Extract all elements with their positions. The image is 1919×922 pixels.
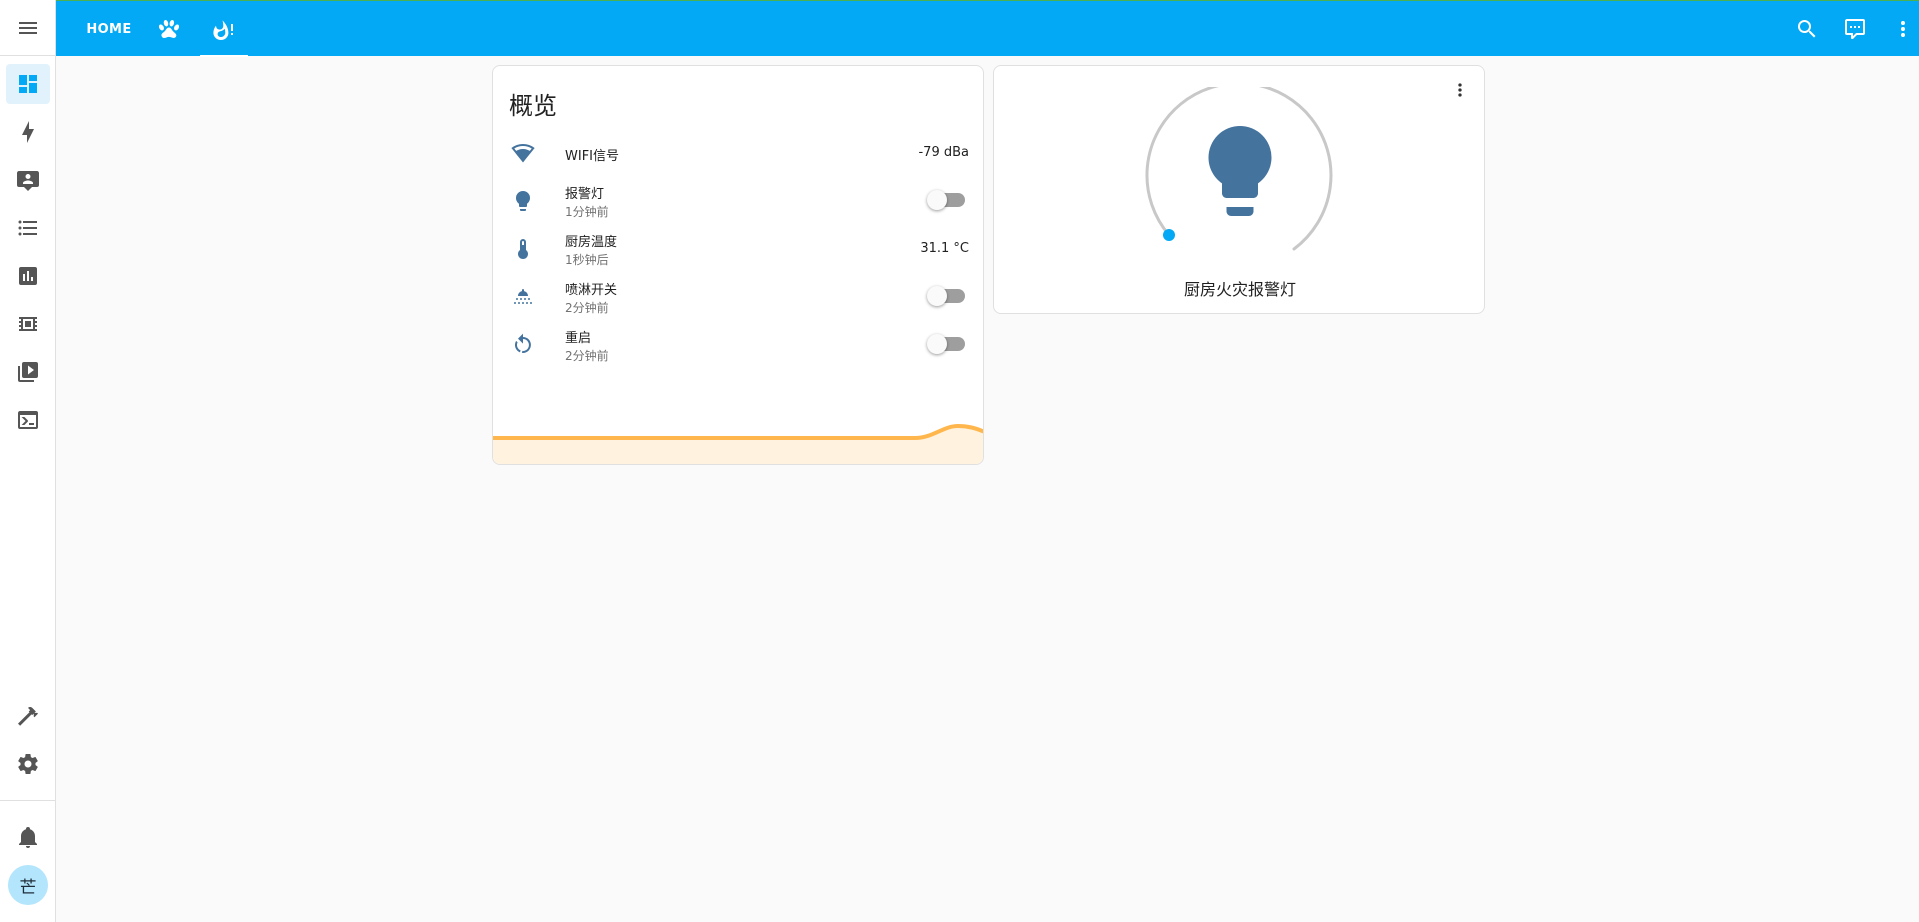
tab-paw[interactable] [146, 1, 192, 57]
developer-tools-hammer-icon [18, 706, 38, 726]
light-name: 厨房火灾报警灯 [1183, 280, 1296, 299]
restart-toggle[interactable] [927, 334, 965, 354]
tab-home[interactable]: HOME [82, 1, 136, 57]
entity-last-changed: 2分钟前 [565, 301, 609, 315]
light-card: 厨房火灾报警灯 [993, 65, 1485, 314]
dots-vertical-icon [1458, 83, 1462, 97]
user-avatar[interactable]: 芒 [8, 865, 48, 905]
restart-icon [511, 333, 535, 357]
more-info-button[interactable] [1440, 70, 1480, 110]
toggle-knob [927, 286, 947, 306]
thermometer-icon [511, 237, 535, 261]
active-tab-indicator [200, 55, 248, 57]
toggle-knob [927, 190, 947, 210]
toggle-knob [927, 334, 947, 354]
sidebar-item-media[interactable] [6, 352, 50, 392]
entity-value: 31.1 °C [920, 241, 969, 256]
entity-last-changed: 1分钟前 [565, 205, 609, 219]
paw-icon [158, 19, 180, 39]
card-title: 概览 [509, 92, 557, 120]
logbook-list-icon [18, 220, 37, 236]
notifications-bell-icon [19, 827, 37, 848]
entity-row-alarm-light[interactable]: 报警灯 1分钟前 [493, 179, 983, 223]
menu-toggle-button[interactable] [0, 0, 56, 56]
brightness-slider[interactable] [1142, 87, 1338, 283]
sidebar-item-overview[interactable] [6, 64, 50, 104]
entity-name: 厨房温度 [565, 235, 618, 250]
tab-fire-alert[interactable] [200, 1, 248, 57]
sidebar-item-history[interactable] [6, 256, 50, 296]
sidebar-item-developer-tools[interactable] [6, 696, 50, 736]
sidebar: 芒 [0, 0, 56, 922]
entity-name: 重启 [565, 331, 592, 346]
top-app-bar: HOME [56, 0, 1919, 57]
entity-last-changed: 2分钟前 [565, 349, 609, 363]
fire-alert-icon [213, 20, 233, 40]
entity-name: WIFI信号 [565, 149, 619, 164]
overview-entities-card: 概览 WIFI信号 -79 dBa 报警灯 1分钟前 厨房温度 1秒钟后 31.… [492, 65, 984, 465]
sidebar-divider [0, 800, 56, 801]
search-button[interactable] [1787, 9, 1827, 49]
terminal-icon [18, 411, 38, 429]
comment-processing-icon [1845, 19, 1865, 39]
search-icon [1798, 20, 1816, 38]
media-icon [18, 362, 38, 382]
sidebar-item-terminal[interactable] [6, 400, 50, 440]
settings-gear-icon [18, 754, 38, 774]
overflow-menu-button[interactable] [1883, 9, 1919, 49]
assist-button[interactable] [1835, 9, 1875, 49]
lightbulb-icon[interactable] [1208, 126, 1272, 216]
sidebar-item-settings[interactable] [6, 744, 50, 784]
map-person-icon [17, 171, 39, 191]
esphome-chip-icon [19, 317, 37, 331]
sidebar-item-logbook[interactable] [6, 208, 50, 248]
entity-last-changed: 1秒钟后 [565, 253, 609, 267]
wifi-icon [511, 141, 535, 165]
dashboard-icon [19, 75, 37, 93]
slider-handle[interactable] [1163, 229, 1175, 241]
entity-row-kitchen-temperature[interactable]: 厨房温度 1秒钟后 31.1 °C [493, 227, 983, 271]
entity-name: 报警灯 [565, 187, 605, 202]
sidebar-item-energy[interactable] [6, 112, 50, 152]
lightbulb-icon [511, 189, 535, 213]
sidebar-item-map[interactable] [6, 160, 50, 200]
sidebar-item-notifications[interactable] [6, 817, 50, 857]
history-chart-icon [19, 267, 37, 285]
entity-row-restart[interactable]: 重启 2分钟前 [493, 323, 983, 367]
energy-bolt-icon [22, 121, 34, 143]
entity-name: 喷淋开关 [565, 283, 618, 298]
sprinkler-toggle[interactable] [927, 286, 965, 306]
dots-vertical-icon [1901, 21, 1905, 37]
menu-icon [19, 21, 37, 34]
entity-row-wifi-signal[interactable]: WIFI信号 -79 dBa [493, 131, 983, 175]
alarm-light-toggle[interactable] [927, 190, 965, 210]
entity-row-sprinkler-switch[interactable]: 喷淋开关 2分钟前 [493, 275, 983, 319]
sidebar-item-esphome[interactable] [6, 304, 50, 344]
sprinkler-icon [511, 285, 535, 309]
entity-value: -79 dBa [918, 145, 969, 160]
temperature-footer-graph [493, 424, 983, 464]
